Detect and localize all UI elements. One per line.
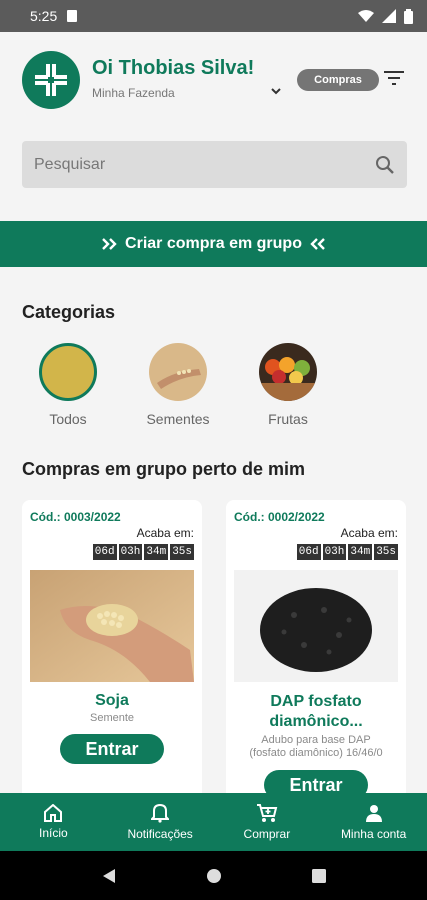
status-time: 5:25: [30, 8, 58, 24]
category-label: Frutas: [268, 411, 308, 427]
nav-item-inicio[interactable]: Início: [0, 793, 107, 851]
product-desc-line: (fosfato diamônico) 16/46/0: [249, 747, 383, 759]
product-name-line: DAP fosfato: [270, 693, 362, 710]
nav-label: Início: [39, 826, 68, 840]
sd-card-icon: [67, 10, 78, 22]
card-ends-label: Acaba em:: [340, 526, 398, 540]
filter-icon[interactable]: [384, 70, 404, 86]
group-buy-card[interactable]: Cód.: 0002/2022 Acaba em: 06d 03h 34m 35…: [226, 500, 406, 800]
category-todos-thumb: [39, 343, 97, 401]
signal-icon: [382, 9, 396, 23]
status-bar: 5:25: [0, 0, 427, 32]
search-icon[interactable]: [375, 155, 395, 175]
back-icon[interactable]: [102, 868, 116, 884]
card-ends-label: Acaba em:: [136, 526, 194, 540]
bottom-nav: Início Notificações Comprar Minha conta: [0, 793, 427, 851]
category-todos[interactable]: Todos: [23, 343, 113, 427]
product-name: Soja: [95, 692, 129, 709]
battery-icon: [404, 8, 413, 24]
group-buys-title: Compras em grupo perto de mim: [22, 459, 306, 479]
categories-title: Categorias: [22, 302, 116, 322]
home-circle-icon[interactable]: [206, 868, 222, 884]
category-label: Sementes: [146, 411, 210, 427]
cross-logo-icon: [35, 64, 67, 96]
product-desc-line: Adubo para base DAP: [261, 734, 371, 746]
group-buy-card[interactable]: Cód.: 0003/2022 Acaba em: 06d 03h 34m 35…: [22, 500, 202, 800]
card-code: Cód.: 0002/2022: [234, 510, 325, 524]
countdown-timer: 06d 03h 34m 35s: [296, 544, 398, 560]
countdown-timer: 06d 03h 34m 35s: [92, 544, 194, 560]
product-name: DAP fosfato diamônico...: [226, 692, 406, 732]
chevron-down-icon[interactable]: [270, 86, 282, 96]
product-name-line: diamônico...: [269, 713, 363, 730]
card-code: Cód.: 0003/2022: [30, 510, 121, 524]
product-image: [234, 570, 398, 682]
greeting-title: Oi Thobias Silva!: [92, 57, 255, 79]
farm-selector[interactable]: Minha Fazenda: [92, 86, 175, 100]
timer-days: 06d: [92, 544, 117, 560]
home-icon: [44, 804, 63, 822]
timer-minutes: 34m: [348, 544, 373, 560]
category-frutas-thumb: [259, 343, 317, 401]
person-icon: [365, 805, 382, 822]
create-group-buy-label: Criar compra em grupo: [125, 235, 302, 252]
app-logo: [22, 51, 80, 109]
timer-days: 06d: [296, 544, 321, 560]
nav-label: Minha conta: [340, 827, 407, 841]
compras-pill[interactable]: Compras: [297, 69, 379, 91]
cart-icon: [256, 804, 278, 822]
double-chevron-right-icon: [102, 238, 117, 250]
create-group-buy-button[interactable]: Criar compra em grupo: [0, 221, 427, 267]
category-frutas[interactable]: Frutas: [243, 343, 333, 427]
nav-item-notificacoes[interactable]: Notificações: [107, 793, 214, 851]
nav-label: Comprar: [243, 827, 291, 841]
system-nav-bar: [0, 851, 427, 900]
search-input[interactable]: [34, 155, 375, 174]
product-desc: Adubo para base DAP (fosfato diamônico) …: [234, 734, 398, 760]
timer-hours: 03h: [118, 544, 143, 560]
product-desc: Semente: [89, 712, 135, 724]
category-sementes-thumb: [149, 343, 207, 401]
bell-icon: [151, 803, 170, 823]
categories-list: Todos Sementes Frutas: [0, 340, 427, 430]
timer-hours: 03h: [322, 544, 347, 560]
timer-seconds: 35s: [170, 544, 194, 560]
category-label: Todos: [49, 411, 87, 427]
category-sementes[interactable]: Sementes: [133, 343, 223, 427]
enter-button[interactable]: Entrar: [60, 734, 164, 764]
wifi-icon: [358, 10, 374, 22]
recents-icon[interactable]: [311, 868, 326, 883]
product-image: [30, 570, 194, 682]
nav-item-minha-conta[interactable]: Minha conta: [320, 793, 427, 851]
nav-item-comprar[interactable]: Comprar: [214, 793, 321, 851]
double-chevron-left-icon: [310, 238, 325, 250]
timer-seconds: 35s: [374, 544, 398, 560]
nav-label: Notificações: [127, 827, 193, 841]
header: Oi Thobias Silva! Minha Fazenda Compras: [0, 32, 427, 128]
timer-minutes: 34m: [144, 544, 169, 560]
search-bar: [22, 141, 407, 188]
